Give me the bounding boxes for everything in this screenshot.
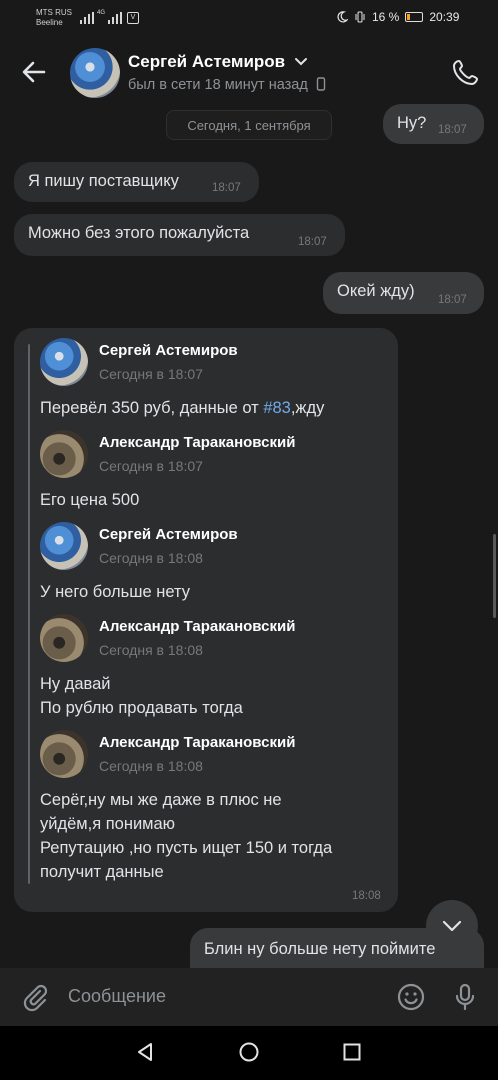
signal-icon: 4G V bbox=[80, 10, 140, 24]
message-time: 18:07 bbox=[212, 182, 241, 194]
message-bubble-out[interactable]: Окей жду) 18:07 bbox=[323, 272, 484, 314]
forward-date: Сегодня в 18:07 bbox=[99, 366, 203, 382]
message-input[interactable]: Сообщение bbox=[68, 986, 166, 1007]
forward-text-line: уйдём,я понимаю bbox=[40, 815, 176, 833]
chevron-down-icon bbox=[442, 920, 462, 932]
date-separator: Сегодня, 1 сентября bbox=[166, 110, 332, 140]
contact-avatar[interactable] bbox=[70, 48, 120, 98]
paperclip-icon bbox=[23, 984, 48, 1012]
message-time: 18:07 bbox=[438, 294, 467, 306]
nav-back-icon bbox=[138, 1043, 152, 1061]
message-text: Блин ну больше нету поймите bbox=[204, 940, 436, 958]
emoji-icon bbox=[397, 983, 425, 1011]
emoji-button[interactable] bbox=[396, 982, 426, 1012]
status-right: 16 % 20:39 bbox=[336, 10, 459, 24]
forward-author-name[interactable]: Сергей Астемиров bbox=[99, 342, 238, 359]
battery-percent: 16 % bbox=[372, 10, 400, 24]
forward-indicator-line bbox=[28, 344, 30, 884]
forward-text: У него больше нету bbox=[40, 583, 190, 601]
moon-icon bbox=[337, 11, 348, 23]
forward-author-name[interactable]: Александр Таракановский bbox=[99, 734, 295, 751]
message-bubble-in[interactable]: Можно без этого пожалуйста 18:07 bbox=[14, 214, 345, 256]
nav-back-button[interactable] bbox=[134, 1041, 156, 1063]
forward-text: Его цена 500 bbox=[40, 491, 140, 509]
clock: 20:39 bbox=[429, 10, 460, 24]
forward-text-part: Перевёл 350 руб, данные от bbox=[40, 399, 264, 417]
forward-author-avatar[interactable] bbox=[40, 522, 88, 570]
message-bubble-in[interactable]: Я пишу поставщику 18:07 bbox=[14, 162, 259, 202]
nav-recents-button[interactable] bbox=[341, 1041, 363, 1063]
carrier-info: MTS RUS Beeline bbox=[36, 8, 72, 28]
vibrate-icon bbox=[355, 11, 365, 23]
forward-text: Ну давай По рублю продавать тогда bbox=[40, 672, 243, 720]
forward-author-name[interactable]: Александр Таракановский bbox=[99, 434, 295, 451]
contact-name[interactable]: Сергей Астемиров bbox=[128, 52, 308, 72]
back-button[interactable] bbox=[18, 56, 50, 88]
mobile-device-icon bbox=[316, 77, 326, 91]
last-seen-status: был в сети 18 минут назад bbox=[128, 77, 326, 93]
microphone-icon bbox=[455, 983, 475, 1011]
nav-recents-icon bbox=[343, 1043, 361, 1061]
scroll-to-bottom-button[interactable] bbox=[426, 900, 478, 952]
forward-author-avatar[interactable] bbox=[40, 614, 88, 662]
forward-date: Сегодня в 18:08 bbox=[99, 642, 203, 658]
message-bubble-out[interactable]: Ну? 18:07 bbox=[383, 104, 484, 144]
last-seen-text: был в сети 18 минут назад bbox=[128, 77, 308, 93]
forward-text-line: Репутацию ,но пусть ищет 150 и тогда bbox=[40, 839, 333, 857]
carrier-1: MTS RUS bbox=[36, 8, 72, 17]
forward-author-avatar[interactable] bbox=[40, 430, 88, 478]
forward-date: Сегодня в 18:08 bbox=[99, 550, 203, 566]
message-text: Окей жду) bbox=[337, 282, 415, 300]
forward-author-name[interactable]: Сергей Астемиров bbox=[99, 526, 238, 543]
forward-text-line: Ну давай bbox=[40, 675, 111, 693]
chevron-down-icon bbox=[294, 58, 307, 66]
attach-button[interactable] bbox=[20, 982, 50, 1012]
battery-icon bbox=[405, 12, 424, 22]
message-text: Можно без этого пожалуйста bbox=[28, 224, 250, 242]
message-time: 18:08 bbox=[352, 890, 381, 902]
message-text: Ну? bbox=[397, 114, 427, 132]
back-arrow-icon bbox=[22, 61, 46, 83]
nav-home-icon bbox=[239, 1042, 259, 1062]
forward-text: Перевёл 350 руб, данные от #83,жду bbox=[40, 396, 324, 420]
forward-author-name[interactable]: Александр Таракановский bbox=[99, 618, 295, 635]
voice-message-button[interactable] bbox=[450, 982, 480, 1012]
forward-text-line: получит данные bbox=[40, 863, 164, 881]
message-time: 18:07 bbox=[438, 124, 467, 136]
scrollbar[interactable] bbox=[493, 534, 496, 618]
status-bar: MTS RUS Beeline 4G V 16 % 20:39 bbox=[0, 0, 498, 36]
carrier-2: Beeline bbox=[36, 18, 63, 27]
forward-author-avatar[interactable] bbox=[40, 338, 88, 386]
forward-date: Сегодня в 18:07 bbox=[99, 458, 203, 474]
forward-text: Серёг,ну мы же даже в плюс не уйдём,я по… bbox=[40, 788, 332, 884]
call-button[interactable] bbox=[450, 56, 482, 88]
message-time: 18:07 bbox=[298, 236, 327, 248]
forward-text-line: Серёг,ну мы же даже в плюс не bbox=[40, 791, 282, 809]
phone-icon bbox=[453, 60, 478, 85]
forward-author-avatar[interactable] bbox=[40, 730, 88, 778]
forward-text-line: По рублю продавать тогда bbox=[40, 699, 243, 717]
forward-date: Сегодня в 18:08 bbox=[99, 758, 203, 774]
message-text: Я пишу поставщику bbox=[28, 172, 179, 190]
forward-text-part: ,жду bbox=[290, 399, 325, 417]
contact-name-text: Сергей Астемиров bbox=[128, 52, 286, 71]
nav-home-button[interactable] bbox=[238, 1041, 260, 1063]
hashtag-link[interactable]: #83 bbox=[263, 399, 291, 417]
